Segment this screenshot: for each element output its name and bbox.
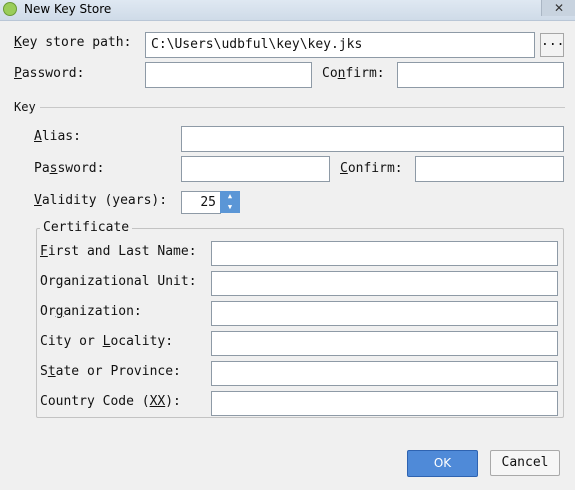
state-province-label: State or Province: xyxy=(40,364,181,379)
browse-button[interactable]: ... xyxy=(540,33,564,57)
city-locality-field[interactable] xyxy=(211,331,558,356)
keystore-password-field[interactable] xyxy=(145,62,312,88)
state-province-field[interactable] xyxy=(211,361,558,386)
keystore-path-field[interactable]: C:\Users\udbful\key\key.jks xyxy=(145,32,535,58)
alias-field[interactable] xyxy=(181,126,564,152)
keystore-confirm-label: Confirm: xyxy=(322,66,385,81)
key-password-field[interactable] xyxy=(181,156,330,182)
key-confirm-field[interactable] xyxy=(415,156,564,182)
close-icon[interactable]: ✕ xyxy=(541,0,575,16)
first-last-name-field[interactable] xyxy=(211,241,558,266)
key-confirm-label: Confirm: xyxy=(340,161,403,176)
organizational-unit-label: Organizational Unit: xyxy=(40,274,197,289)
alias-label: Alias: xyxy=(34,129,81,144)
first-last-name-label: First and Last Name: xyxy=(40,244,197,259)
key-section-divider xyxy=(40,107,565,108)
organization-label: Organization: xyxy=(40,304,142,319)
key-password-label: Password: xyxy=(34,161,105,176)
cancel-button[interactable]: Cancel xyxy=(490,450,560,476)
country-code-field[interactable] xyxy=(211,391,558,416)
country-code-label: Country Code (XX): xyxy=(40,394,181,409)
android-icon xyxy=(3,2,17,16)
organization-field[interactable] xyxy=(211,301,558,326)
city-locality-label: City or Locality: xyxy=(40,334,174,349)
keystore-confirm-field[interactable] xyxy=(397,62,564,88)
validity-increment-button[interactable]: ▲ xyxy=(220,191,240,202)
organizational-unit-field[interactable] xyxy=(211,271,558,296)
key-section-title: Key xyxy=(14,100,36,114)
keystore-path-label: Key store path: xyxy=(14,35,132,50)
window-title: New Key Store xyxy=(24,2,112,16)
certificate-legend: Certificate xyxy=(40,220,133,236)
ok-button[interactable]: OK xyxy=(407,450,478,477)
validity-decrement-button[interactable]: ▼ xyxy=(220,202,240,213)
validity-input[interactable]: 25 xyxy=(181,191,221,214)
validity-label: Validity (years): xyxy=(34,193,168,208)
keystore-password-label: Password: xyxy=(14,66,85,81)
